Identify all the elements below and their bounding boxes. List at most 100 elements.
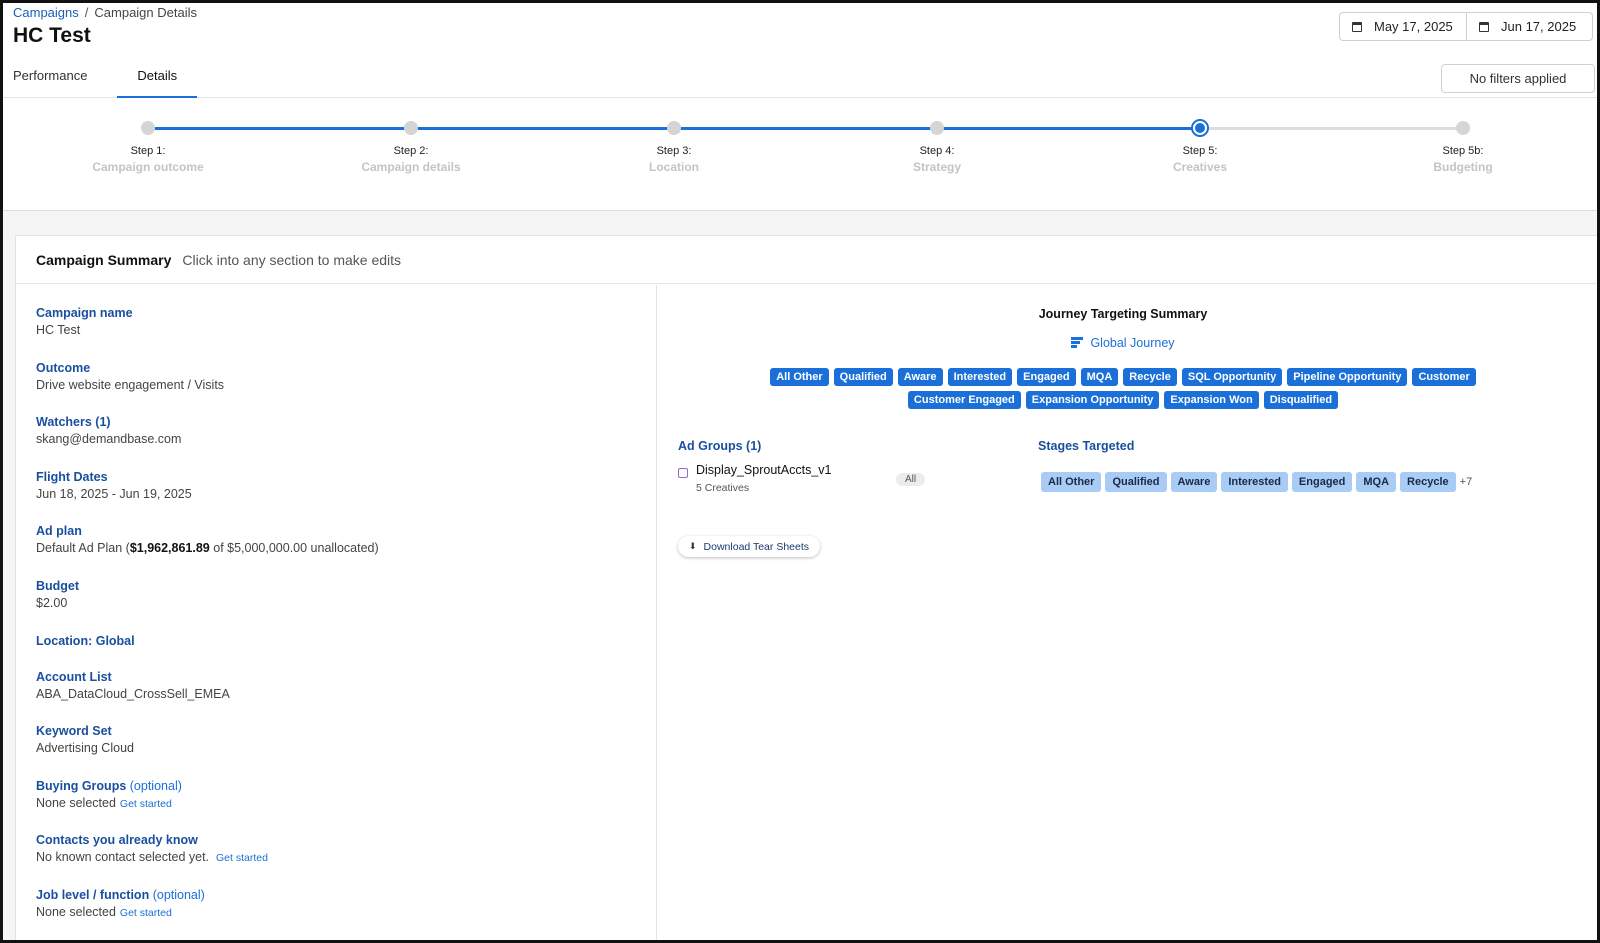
summary-left-column: Campaign name HC Test Outcome Drive webs… — [16, 285, 657, 940]
optional-tag: (optional) — [152, 887, 205, 902]
field-label: Job level / function (optional) — [36, 888, 656, 902]
journey-icon — [1071, 337, 1084, 348]
step-dot — [404, 121, 418, 135]
get-started-link[interactable]: Get started — [120, 907, 172, 919]
field-value: ABA_DataCloud_CrossSell_EMEA — [36, 686, 230, 701]
journey-stage-chip[interactable]: Disqualified — [1263, 391, 1339, 409]
breadcrumb-campaigns-link[interactable]: Campaigns — [13, 5, 79, 20]
journey-stage-chip[interactable]: Engaged — [1017, 368, 1076, 386]
field-label: Outcome — [36, 360, 91, 375]
end-date-button[interactable]: Jun 17, 2025 — [1466, 13, 1592, 40]
stepper-step-2[interactable]: Step 2: Campaign details — [311, 121, 511, 174]
stepper-step-5[interactable]: Step 5: Creatives — [1100, 121, 1300, 174]
stepper-step-1[interactable]: Step 1: Campaign outcome — [48, 121, 248, 174]
page-header: Campaigns / Campaign Details HC Test Perfo… — [3, 3, 1597, 98]
get-started-link[interactable]: Get started — [216, 852, 268, 864]
stages-targeted-chips: All Other Qualified Aware Interested Engaged… — [1041, 472, 1472, 492]
field-value: Drive website engagement / Visits — [36, 377, 225, 392]
tab-bar: Performance Details — [3, 58, 217, 98]
field-value: None selected Get started — [36, 796, 656, 810]
field-location[interactable]: Location: Global — [36, 634, 656, 670]
journey-stage-chip[interactable]: MQA — [1080, 368, 1119, 386]
journey-stage-chip[interactable]: Aware — [897, 368, 943, 386]
journey-stage-chip[interactable]: Interested — [947, 368, 1013, 386]
ad-group-badge: All — [896, 473, 926, 486]
field-keyword-set[interactable]: Keyword Set Advertising Cloud — [36, 724, 656, 779]
field-budget[interactable]: Budget $2.00 — [36, 579, 656, 634]
start-date-value: May 17, 2025 — [1374, 19, 1453, 34]
ad-plan-suffix: of $5,000,000.00 unallocated) — [209, 541, 379, 556]
breadcrumb-separator: / — [84, 5, 89, 20]
targeted-stage-chip[interactable]: Qualified — [1105, 472, 1167, 492]
field-outcome[interactable]: Outcome Drive website engagement / Visit… — [36, 361, 656, 416]
get-started-link[interactable]: Get started — [120, 798, 172, 810]
journey-stage-chip[interactable]: Pipeline Opportunity — [1287, 368, 1408, 386]
field-job-level[interactable]: Job level / function (optional) None sel… — [36, 888, 656, 940]
stepper-step-4[interactable]: Step 4: Strategy — [837, 121, 1037, 174]
journey-stage-chip[interactable]: Customer — [1412, 368, 1476, 386]
calendar-icon — [1352, 21, 1362, 32]
tab-performance[interactable]: Performance — [3, 58, 97, 98]
targeted-stage-chip[interactable]: Recycle — [1400, 472, 1456, 492]
step-number: Step 1: — [130, 145, 166, 157]
journey-stage-chip[interactable]: SQL Opportunity — [1181, 368, 1283, 386]
step-name: Campaign outcome — [92, 160, 204, 174]
card-header: Campaign Summary Click into any section … — [16, 236, 1597, 284]
step-name: Budgeting — [1433, 160, 1493, 174]
filters-button[interactable]: No filters applied — [1441, 64, 1595, 93]
journey-stage-chip[interactable]: All Other — [770, 368, 829, 386]
breadcrumb: Campaigns / Campaign Details — [13, 5, 197, 20]
field-label: Location: Global — [36, 633, 135, 648]
field-value: Jun 18, 2025 - Jun 19, 2025 — [36, 486, 192, 501]
journey-stage-chip[interactable]: Expansion Won — [1164, 391, 1259, 409]
field-label: Contacts you already know — [36, 833, 198, 848]
field-label: Watchers (1) — [36, 415, 111, 430]
field-watchers[interactable]: Watchers (1) skang@demandbase.com — [36, 415, 656, 470]
targeted-stage-chip[interactable]: Aware — [1170, 472, 1218, 492]
calendar-icon — [1479, 21, 1489, 32]
download-tear-sheets-button[interactable]: ⬇ Download Tear Sheets — [678, 536, 821, 557]
field-buying-groups[interactable]: Buying Groups (optional) None selected Ge… — [36, 779, 656, 834]
field-label: Budget — [36, 578, 80, 593]
field-value: No known contact selected yet. Get starte… — [36, 850, 656, 864]
field-value: Advertising Cloud — [36, 741, 134, 756]
stages-targeted-label: Stages Targeted — [1038, 439, 1135, 453]
ad-plan-amount: $1,962,861.89 — [129, 541, 210, 556]
date-range-picker: May 17, 2025 Jun 17, 2025 — [1339, 12, 1593, 41]
more-stages-count[interactable]: +7 — [1460, 476, 1473, 488]
start-date-button[interactable]: May 17, 2025 — [1340, 13, 1466, 40]
field-label-text: Job level / function — [36, 887, 150, 902]
download-label: Download Tear Sheets — [703, 540, 810, 553]
journey-stage-chips: All Other Qualified Aware Interested Engaged… — [718, 368, 1528, 409]
step-name: Creatives — [1172, 160, 1228, 174]
targeted-stage-chip[interactable]: Interested — [1221, 472, 1288, 492]
summary-right-column: Journey Targeting Summary Global Journey… — [658, 285, 1597, 940]
field-campaign-name[interactable]: Campaign name HC Test — [36, 306, 656, 361]
journey-stage-chip[interactable]: Customer Engaged — [907, 391, 1021, 409]
global-journey-link[interactable]: Global Journey — [658, 336, 1588, 350]
stepper-step-3[interactable]: Step 3: Location — [574, 121, 774, 174]
page-title: HC Test — [13, 24, 91, 47]
field-label: Flight Dates — [36, 469, 108, 484]
breadcrumb-current: Campaign Details — [94, 5, 197, 20]
step-number: Step 4: — [919, 145, 955, 157]
field-label: Buying Groups (optional) — [36, 779, 656, 793]
card-title: Campaign Summary — [36, 251, 172, 268]
targeted-stage-chip[interactable]: Engaged — [1291, 472, 1353, 492]
step-dot — [1456, 121, 1470, 135]
field-account-list[interactable]: Account List ABA_DataCloud_CrossSell_EME… — [36, 670, 656, 725]
global-journey-label: Global Journey — [1090, 336, 1175, 350]
field-value-text: None selected — [36, 904, 116, 919]
field-ad-plan[interactable]: Ad plan Default Ad Plan ($1,962,861.89 o… — [36, 524, 656, 579]
step-dot — [667, 121, 681, 135]
stepper-step-6[interactable]: Step 5b: Budgeting — [1363, 121, 1563, 174]
field-contacts[interactable]: Contacts you already know No known conta… — [36, 833, 656, 888]
targeted-stage-chip[interactable]: MQA — [1356, 472, 1397, 492]
field-flight-dates[interactable]: Flight Dates Jun 18, 2025 - Jun 19, 2025 — [36, 470, 656, 525]
tab-details[interactable]: Details — [117, 58, 198, 98]
journey-stage-chip[interactable]: Recycle — [1123, 368, 1177, 386]
targeted-stage-chip[interactable]: All Other — [1041, 472, 1102, 492]
journey-stage-chip[interactable]: Expansion Opportunity — [1025, 391, 1160, 409]
campaign-summary-card: Campaign Summary Click into any section … — [15, 235, 1597, 940]
journey-stage-chip[interactable]: Qualified — [833, 368, 893, 386]
